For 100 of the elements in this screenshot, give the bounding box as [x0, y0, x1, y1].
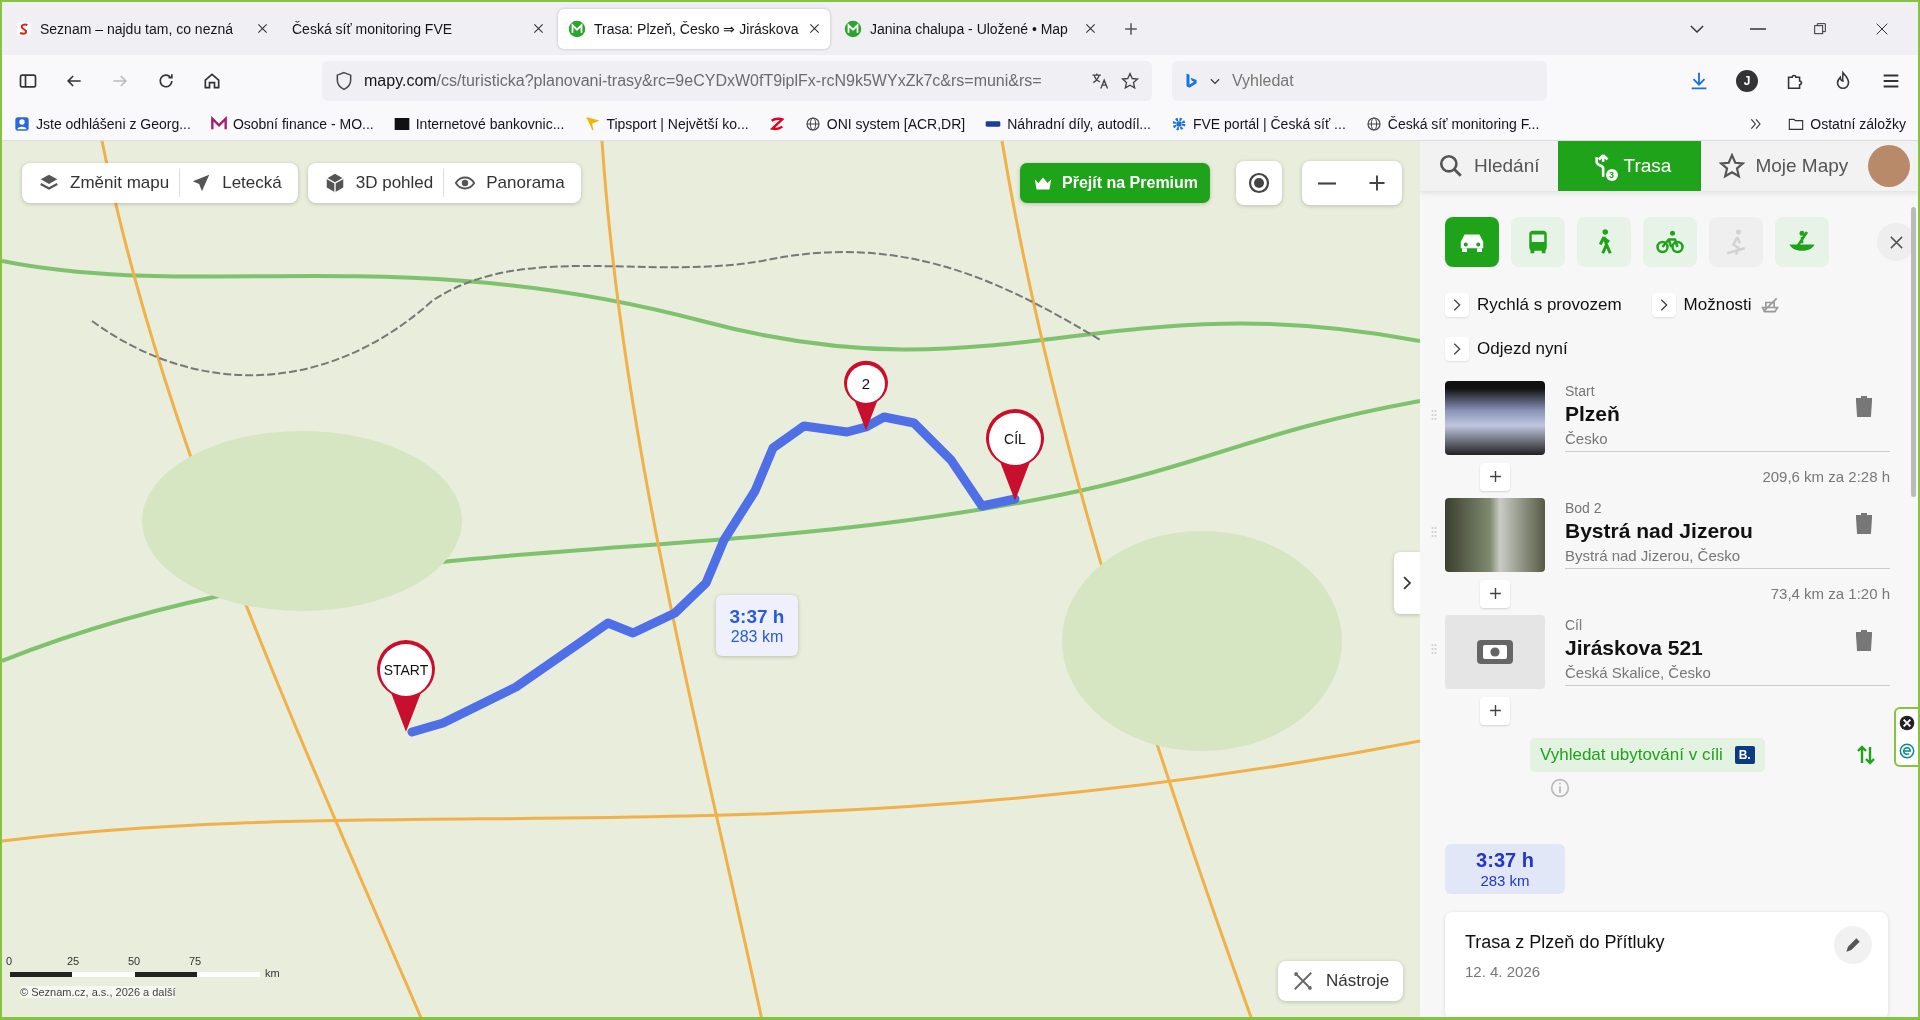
close-tab-icon [1085, 23, 1096, 34]
search-input[interactable]: Vyhledat [1230, 71, 1537, 91]
bookmark[interactable]: Osobní finance - MO... [210, 115, 374, 132]
map-pin[interactable]: 2 [842, 359, 890, 430]
route-summary: 3:37 h 283 km [1445, 844, 1565, 894]
browser-tab[interactable]: Seznam – najdu tam, co nezná [6, 8, 278, 49]
panel-tab[interactable]: Hledání [1420, 141, 1558, 191]
plus-icon [1368, 174, 1386, 192]
collapse-panel-button[interactable] [1394, 552, 1420, 614]
bookmark-folder[interactable]: Ostatní záložky [1788, 115, 1906, 132]
e-logo-icon [1899, 743, 1915, 759]
gear-icon [1170, 115, 1187, 132]
map-pin[interactable]: CÍL [984, 408, 1046, 501]
bookmark[interactable]: Internetové bankovnic... [393, 115, 565, 132]
minus-icon [1318, 181, 1336, 185]
sidebar-icon [18, 71, 38, 91]
browser-tab[interactable]: Trasa: Plzeň, Česko ⇒ Jiráskova [558, 8, 830, 49]
close-tab-icon [809, 23, 820, 34]
new-tab-icon [1124, 21, 1138, 36]
person-icon [14, 115, 30, 132]
map-pin-logo-icon [844, 19, 862, 38]
transport-mode-button[interactable] [1643, 217, 1697, 267]
extension-widget[interactable] [1894, 707, 1918, 767]
scrollbar[interactable] [1911, 207, 1916, 497]
waypoint-name[interactable]: Plzeň [1565, 402, 1890, 426]
account-avatar[interactable]: J [1736, 70, 1758, 92]
map-control-button[interactable]: Změnit mapu [28, 169, 180, 197]
accommodation-button[interactable]: Vyhledat ubytování v cíli B. [1530, 738, 1765, 772]
bookmark[interactable]: Jste odhlášeni z Georg... [14, 115, 191, 132]
star-icon [1719, 153, 1746, 179]
scale-label: 0 [6, 955, 14, 967]
route-info-bubble[interactable]: 3:37 h 283 km [716, 595, 798, 656]
home-icon [202, 71, 222, 91]
user-avatar[interactable] [1868, 145, 1910, 187]
route-option[interactable]: Odjezd nyní [1445, 337, 1568, 361]
browser-tab[interactable]: Janina chalupa - Uložené • Map [834, 8, 1106, 49]
add-waypoint-button[interactable] [1480, 462, 1510, 491]
map-control-button[interactable]: Letecká [179, 169, 292, 197]
booking-badge: B. [1734, 746, 1755, 764]
search-field[interactable]: Vyhledat [1172, 61, 1547, 101]
info-icon [1550, 778, 1570, 798]
waypoint-role: Bod 2 [1565, 500, 1603, 516]
add-waypoint-button[interactable] [1480, 696, 1510, 725]
panel-tab[interactable]: Moje Mapy [1701, 141, 1867, 191]
map-pin-logo-icon [568, 19, 586, 38]
close-tab-icon [257, 23, 268, 34]
waypoint-place: Česká Skalice, Česko [1565, 664, 1712, 681]
waypoint-role: Cíl [1565, 617, 1584, 633]
segment-distance: 209,6 km za 2:28 h [1762, 468, 1890, 485]
transport-mode-button[interactable] [1445, 217, 1499, 267]
add-waypoint-button[interactable] [1480, 579, 1510, 608]
translate-icon [1090, 71, 1110, 91]
target-icon [1247, 171, 1271, 195]
ferry-crossed-icon [1759, 295, 1780, 315]
waypoint-place: Bystrá nad Jizerou, Česko [1565, 547, 1742, 564]
chevron-down-icon[interactable] [1690, 24, 1704, 33]
map-control-button[interactable]: Panorama [443, 169, 575, 197]
edit-button[interactable] [1834, 926, 1872, 964]
globe-icon [1365, 115, 1382, 132]
s-logo-icon [16, 20, 32, 37]
waypoint-name[interactable]: Jiráskova 521 [1565, 636, 1890, 660]
url-text: mapy.com/cs/turisticka?planovani-trasy&rc=9eCYDxW0fT9iplFx-rcN9k5WYxZk7c&rs=muni&rs= [364, 72, 1043, 90]
scale-unit: km [265, 967, 280, 979]
copyright-text: © Seznam.cz, a.s., 2026 a další [20, 986, 176, 998]
reload-icon [156, 71, 176, 91]
map-view[interactable]: Změnit mapu Letecká 3D pohled Panorama Přejít na Premium START 2 CÍL 3:37 h 283 km 0 25 50 75 km © Seznam.cz, a.s., 2026 a další Nástroje [2, 141, 1420, 1017]
bookmark[interactable]: FVE portál | Česká síť ... [1170, 115, 1346, 132]
segment-distance: 73,4 km za 1:20 h [1770, 585, 1890, 602]
browser-tab[interactable]: Česká síť monitoring FVE [282, 8, 554, 49]
minimize-icon[interactable] [1750, 27, 1766, 30]
scale-label: 50 [128, 955, 142, 967]
map-pin[interactable]: START [375, 639, 437, 732]
plus-icon [1488, 470, 1502, 483]
transport-mode-button[interactable] [1511, 217, 1565, 267]
waypoint-name[interactable]: Bystrá nad Jizerou [1565, 519, 1890, 543]
count-badge: 3 [1605, 169, 1618, 181]
transport-mode-button[interactable] [1577, 217, 1631, 267]
map-control-button[interactable]: 3D pohled [313, 169, 444, 197]
route-option[interactable]: Možnosti [1651, 293, 1780, 317]
m-logo-icon [210, 115, 227, 132]
close-circle-icon [1899, 715, 1915, 731]
bookmark[interactable]: ONI system [ACR,DR] [804, 115, 966, 132]
bookmark[interactable]: Česká síť monitoring F... [1365, 115, 1540, 132]
bookmark[interactable]: Tipsport | Největší ko... [584, 115, 749, 132]
ruler-pencil-icon [1292, 970, 1314, 992]
address-bar[interactable]: mapy.com/cs/turisticka?planovani-trasy&rc=9eCYDxW0fT9iplFx-rcN9k5WYxZk7c&rs=muni&rs= [322, 61, 1152, 101]
route-title: Trasa z Plzeň do Přítluky [1465, 932, 1666, 953]
search-icon [1438, 153, 1464, 179]
square-logo-icon [393, 115, 410, 132]
plus-icon [1488, 704, 1502, 717]
scale-label: 25 [67, 955, 81, 967]
locate-button[interactable] [1236, 161, 1282, 205]
route-option[interactable]: Rychlá s provozem [1445, 293, 1622, 317]
flag-logo-icon [584, 115, 601, 132]
plus-icon [1488, 587, 1502, 600]
shield-icon [334, 71, 354, 91]
tools-button[interactable]: Nástroje [1278, 961, 1404, 1001]
waypoint-place: Česko [1565, 430, 1609, 447]
transport-mode-button[interactable] [1775, 217, 1829, 267]
bookmark[interactable]: Náhradní díly, autodíl... [985, 115, 1151, 132]
